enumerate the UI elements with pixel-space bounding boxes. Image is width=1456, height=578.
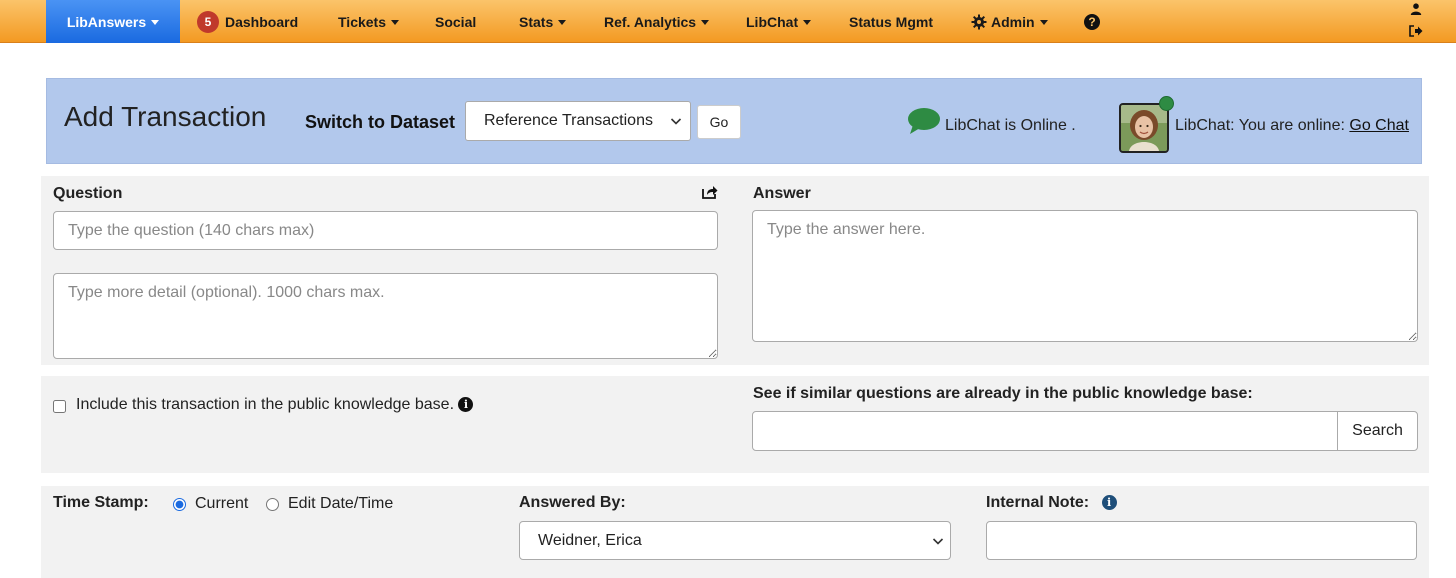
timestamp-edit-label: Edit Date/Time — [288, 495, 394, 512]
nav-admin-label: Admin — [991, 13, 1035, 30]
answered-by-value: Weidner, Erica — [538, 531, 642, 549]
nav-stats[interactable]: Stats — [519, 0, 567, 43]
nav-libchat[interactable]: LibChat — [746, 0, 812, 43]
include-kb-text: Include this transaction in the public k… — [76, 396, 474, 414]
chevron-down-icon — [151, 20, 160, 25]
header-banner: Add Transaction Switch to Dataset Refere… — [46, 78, 1422, 164]
internal-note-label: Internal Note: i — [986, 494, 1117, 512]
avatar[interactable] — [1119, 103, 1169, 153]
nav-tickets-label: Tickets — [338, 13, 386, 30]
timestamp-current-label: Current — [195, 495, 249, 512]
question-detail-textarea[interactable] — [53, 273, 718, 359]
gear-icon — [971, 14, 987, 29]
page-title: Add Transaction — [64, 101, 267, 132]
avatar-photo — [1121, 105, 1167, 151]
nav-social[interactable]: Social — [435, 0, 476, 43]
nav-social-label: Social — [435, 13, 477, 30]
user-icon[interactable] — [1410, 3, 1422, 15]
switch-dataset-label: Switch to Dataset — [305, 112, 456, 132]
online-status-label: LibChat: You are online: — [1175, 117, 1345, 134]
chevron-down-icon — [803, 20, 812, 25]
chevron-down-icon — [932, 538, 944, 545]
top-navbar: LibAnswers 5 Dashboard Tickets Social St… — [0, 0, 1456, 43]
question-input[interactable] — [53, 211, 718, 250]
dataset-select-value: Reference Transactions — [484, 112, 653, 129]
qa-panel: Question Answer — [41, 176, 1429, 365]
nav-brand-label: LibAnswers — [66, 13, 147, 30]
info-icon[interactable]: i — [458, 397, 474, 413]
nav-dashboard-label: Dashboard — [225, 13, 299, 30]
nav-brand-libanswers[interactable]: LibAnswers — [46, 0, 180, 43]
nav-libchat-label: LibChat — [746, 13, 799, 30]
internal-note-label-text: Internal Note: — [986, 494, 1090, 511]
chevron-down-icon — [701, 20, 710, 25]
online-status-dot — [1159, 96, 1174, 111]
answer-label: Answer — [753, 185, 811, 202]
info-icon[interactable]: i — [1101, 495, 1117, 511]
help-icon: ? — [1084, 13, 1100, 30]
account-icons — [1406, 0, 1426, 43]
kb-search-input[interactable] — [752, 411, 1338, 451]
nav-stats-label: Stats — [519, 13, 554, 30]
dataset-select[interactable]: Reference Transactions — [465, 101, 691, 141]
share-icon[interactable] — [702, 185, 718, 199]
question-label: Question — [53, 185, 123, 202]
internal-note-input[interactable] — [986, 521, 1417, 560]
chat-bubble-icon — [908, 108, 940, 134]
knowledge-base-panel: Include this transaction in the public k… — [41, 376, 1429, 473]
dashboard-count-badge: 5 — [197, 10, 219, 33]
nav-status-mgmt[interactable]: Status Mgmt — [849, 0, 933, 43]
timestamp-edit-radio[interactable] — [266, 498, 279, 511]
nav-tickets[interactable]: Tickets — [338, 0, 399, 43]
answer-textarea[interactable] — [752, 210, 1418, 342]
kb-search-button[interactable]: Search — [1337, 411, 1418, 451]
nav-status-mgmt-label: Status Mgmt — [849, 13, 933, 30]
include-kb-checkbox[interactable] — [53, 400, 66, 413]
online-status-text: LibChat: You are online: Go Chat — [1175, 117, 1409, 135]
nav-ref-analytics[interactable]: Ref. Analytics — [604, 0, 710, 43]
include-kb-label: Include this transaction in the public k… — [76, 396, 455, 413]
timestamp-label: Time Stamp: — [53, 494, 149, 511]
sign-out-icon[interactable] — [1409, 25, 1423, 37]
libchat-status: LibChat is Online . — [945, 117, 1076, 134]
nav-admin[interactable]: Admin — [971, 0, 1048, 43]
chevron-down-icon — [670, 118, 682, 125]
chevron-down-icon — [1039, 20, 1048, 25]
timestamp-current-radio[interactable] — [173, 498, 186, 511]
chevron-down-icon — [391, 20, 399, 25]
answered-by-label: Answered By: — [519, 494, 626, 511]
chevron-down-icon — [558, 20, 567, 25]
nav-dashboard[interactable]: 5 Dashboard — [197, 0, 298, 43]
nav-ref-analytics-label: Ref. Analytics — [604, 13, 697, 30]
transaction-meta-panel: Time Stamp: Current Edit Date/Time Answe… — [41, 486, 1429, 578]
answered-by-select[interactable]: Weidner, Erica — [519, 521, 951, 560]
similar-questions-label: See if similar questions are already in … — [753, 385, 1253, 402]
go-chat-link[interactable]: Go Chat — [1349, 117, 1409, 134]
go-button[interactable]: Go — [697, 105, 741, 139]
nav-help[interactable]: ? — [1084, 0, 1100, 43]
